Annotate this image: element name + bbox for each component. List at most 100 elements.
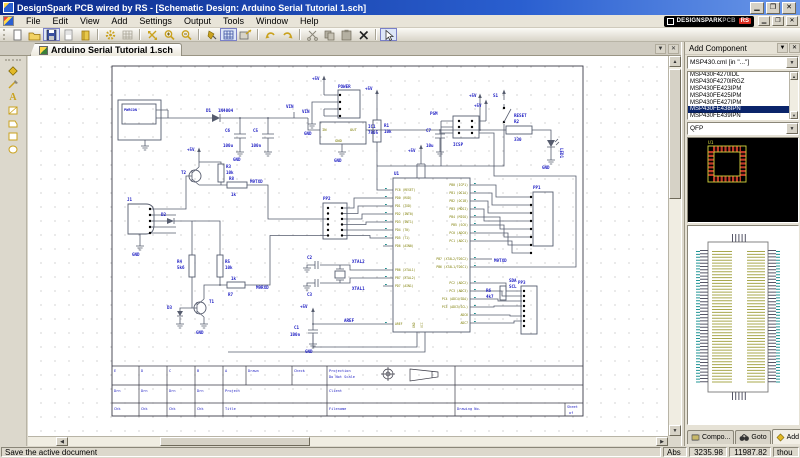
toolbar-grip[interactable] <box>3 29 6 40</box>
grid-toggle-button[interactable] <box>220 28 237 41</box>
designspark-logo-icon <box>667 18 674 25</box>
library-select[interactable]: MSP430.cml [in "..."] ▼ <box>687 56 799 69</box>
minimize-button[interactable]: ▁ <box>750 2 764 14</box>
colors-icon[interactable] <box>203 28 220 41</box>
status-message: Save the active document <box>1 447 661 457</box>
technology-grid-icon[interactable] <box>119 28 136 41</box>
tab-goto[interactable]: Goto <box>735 430 770 444</box>
add-shape-ellipse-tool[interactable] <box>2 143 24 156</box>
menu-view[interactable]: View <box>74 15 105 27</box>
menu-edit[interactable]: Edit <box>47 15 75 27</box>
close-document-button[interactable] <box>60 28 77 41</box>
designspark-logo: DESIGNSPARKPCB RS <box>664 16 754 27</box>
add-connection-tool[interactable] <box>2 78 24 91</box>
svg-text:PC3 (ADC3): PC3 (ADC3) <box>449 289 468 293</box>
copy-icon[interactable] <box>321 28 338 41</box>
tab-add-component[interactable]: Add Co... <box>772 429 800 444</box>
svg-text:PB0 (ICP1): PB0 (ICP1) <box>449 183 468 187</box>
scroll-right-button[interactable]: ▶ <box>656 437 668 446</box>
scroll-down-button[interactable]: ▼ <box>669 425 681 436</box>
vertical-scrollbar[interactable]: ▲ ▼ <box>668 56 681 436</box>
component-list[interactable]: MSP430F4270IDL MSP430F4270IRGZ MSP430FE4… <box>687 71 799 120</box>
menu-help[interactable]: Help <box>294 15 325 27</box>
new-document-button[interactable] <box>9 28 26 41</box>
design-browser-icon[interactable] <box>237 28 254 41</box>
delete-icon[interactable] <box>355 28 372 41</box>
list-item[interactable]: MSP430FE425IPM <box>688 93 798 100</box>
menu-settings[interactable]: Settings <box>133 15 178 27</box>
paste-icon[interactable] <box>338 28 355 41</box>
save-all-button[interactable] <box>77 28 94 41</box>
tab-components[interactable]: Compo... <box>687 430 734 444</box>
zoom-extents-icon[interactable] <box>144 28 161 41</box>
horizontal-scroll-thumb[interactable] <box>160 437 310 446</box>
list-item[interactable]: MSP430F4270IRGZ <box>688 79 798 86</box>
close-button[interactable]: ✕ <box>782 2 796 14</box>
svg-text:C7: C7 <box>426 128 432 133</box>
library-dropdown-icon[interactable]: ▼ <box>786 57 798 68</box>
package-select[interactable]: QFP ▼ <box>687 122 799 135</box>
scroll-up-button[interactable]: ▲ <box>669 56 681 67</box>
document-tab[interactable]: Arduino Serial Tutorial 1.sch <box>30 43 182 56</box>
add-shape-polygon-tool[interactable] <box>2 117 24 130</box>
tab-list-dropdown-button[interactable]: ▼ <box>655 44 666 54</box>
add-component-tool[interactable] <box>2 65 24 78</box>
undo-icon[interactable] <box>262 28 279 41</box>
svg-text:GND: GND <box>334 158 342 163</box>
header-pp2: PP2 <box>323 196 383 239</box>
child-restore-button[interactable]: ❐ <box>772 16 784 26</box>
list-scroll-down-button[interactable]: ▼ <box>790 111 798 119</box>
svg-text:ICSP: ICSP <box>453 142 464 147</box>
settings-gear-icon[interactable] <box>102 28 119 41</box>
toolbar-separator <box>139 29 141 40</box>
scroll-left-button[interactable]: ◀ <box>56 437 68 446</box>
add-shape-rectangle-tool[interactable] <box>2 104 24 117</box>
add-shape-square-tool[interactable] <box>2 130 24 143</box>
svg-text:D: D <box>141 369 143 373</box>
panel-close-button[interactable]: ✕ <box>789 43 800 53</box>
open-button[interactable] <box>26 28 43 41</box>
tab-close-button[interactable]: ✕ <box>668 44 679 54</box>
svg-text:ADC6: ADC6 <box>461 313 469 317</box>
svg-text:VCC: VCC <box>420 322 424 328</box>
save-button[interactable] <box>43 28 60 41</box>
svg-text:S1: S1 <box>493 93 499 98</box>
schematic-canvas[interactable]: E D C B A Drawn Check Projection Do Not … <box>28 56 668 436</box>
vertical-scroll-thumb[interactable] <box>669 69 681 199</box>
svg-text:PP2: PP2 <box>323 196 331 201</box>
list-item[interactable]: MSP430FE439IPN <box>688 113 798 120</box>
menu-add[interactable]: Add <box>105 15 133 27</box>
restore-button[interactable]: ❐ <box>766 2 780 14</box>
add-text-tool[interactable]: A <box>2 91 24 104</box>
panel-menu-button[interactable]: ▼ <box>777 43 788 53</box>
package-dropdown-icon[interactable]: ▼ <box>786 123 798 134</box>
svg-text:Drn: Drn <box>141 389 148 393</box>
menu-output[interactable]: Output <box>178 15 217 27</box>
menu-file[interactable]: File <box>20 15 47 27</box>
document-icon[interactable] <box>3 16 14 26</box>
zoom-out-icon[interactable] <box>178 28 195 41</box>
menu-window[interactable]: Window <box>250 15 294 27</box>
svg-text:PD0 (RXD): PD0 (RXD) <box>395 196 412 200</box>
child-close-button[interactable]: ✕ <box>786 16 798 26</box>
cut-icon[interactable] <box>304 28 321 41</box>
list-item-selected[interactable]: MSP430FE438IPN <box>688 106 798 113</box>
toolbar-grip[interactable] <box>5 59 21 63</box>
svg-text:GND: GND <box>542 165 550 170</box>
svg-text:4k7: 4k7 <box>486 294 494 299</box>
child-minimize-button[interactable]: ▁ <box>758 16 770 26</box>
svg-text:Check: Check <box>294 369 306 373</box>
list-scrollbar[interactable]: ▲ ▼ <box>789 72 798 119</box>
list-item[interactable]: MSP430FE427IPM <box>688 100 798 107</box>
list-scroll-up-button[interactable]: ▲ <box>790 72 798 80</box>
svg-text:PB4 (MISO): PB4 (MISO) <box>449 215 468 219</box>
zoom-in-icon[interactable] <box>161 28 178 41</box>
svg-text:+5V: +5V <box>312 76 320 81</box>
select-cursor-button[interactable] <box>380 28 397 41</box>
menu-tools[interactable]: Tools <box>217 15 250 27</box>
list-item[interactable]: MSP430FE423IPM <box>688 86 798 93</box>
redo-icon[interactable] <box>279 28 296 41</box>
toolbar-separator <box>257 29 259 40</box>
horizontal-scrollbar[interactable]: ◀ ▶ <box>28 436 668 446</box>
list-item[interactable]: MSP430F4270IDL <box>688 72 798 79</box>
